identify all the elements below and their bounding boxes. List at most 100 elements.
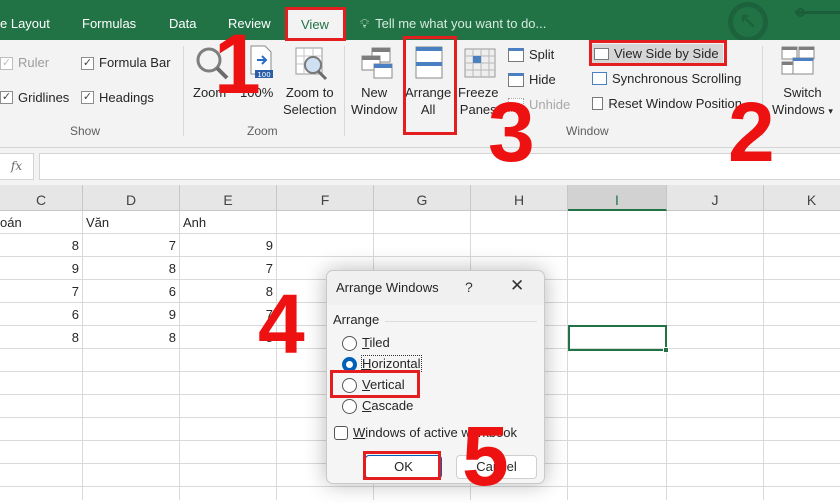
dropdown-arrow-icon: ▾ bbox=[828, 106, 833, 116]
horizontal-label[interactable]: Horizontal bbox=[361, 355, 422, 372]
cell-e2[interactable]: 9 bbox=[180, 234, 273, 257]
gridlines-label: Gridlines bbox=[18, 90, 70, 105]
group-divider bbox=[385, 321, 537, 322]
freeze-panes-label: Freeze Panes bbox=[458, 85, 499, 117]
new-window-icon bbox=[361, 47, 393, 79]
active-workbook-label[interactable]: Windows of active workbook bbox=[353, 425, 517, 440]
group-separator bbox=[762, 46, 763, 136]
cell-d5[interactable]: 9 bbox=[83, 303, 176, 326]
tab-review[interactable]: Review bbox=[228, 0, 271, 40]
cell-d3[interactable]: 8 bbox=[83, 257, 176, 280]
active-workbook-checkbox[interactable] bbox=[334, 426, 348, 440]
dialog-title: Arrange Windows bbox=[336, 280, 439, 295]
cell-e3[interactable]: 7 bbox=[180, 257, 273, 280]
cascade-label[interactable]: Cascade bbox=[362, 398, 413, 413]
close-icon[interactable]: ✕ bbox=[510, 276, 524, 296]
column-header-f[interactable]: F bbox=[277, 185, 374, 211]
switch-windows-label: Switch Windows ▾ bbox=[772, 85, 833, 117]
cell-e5[interactable]: 7 bbox=[180, 303, 273, 326]
formula-input[interactable] bbox=[39, 153, 840, 180]
vertical-label[interactable]: Vertical bbox=[362, 377, 405, 392]
freeze-panes-icon bbox=[464, 48, 496, 78]
vertical-radio[interactable] bbox=[342, 378, 357, 393]
tiled-radio[interactable] bbox=[342, 336, 357, 351]
group-separator bbox=[183, 46, 184, 136]
column-header-d[interactable]: D bbox=[83, 185, 180, 211]
cell-d1[interactable]: Văn bbox=[86, 211, 176, 234]
hide-button[interactable]: Hide bbox=[508, 72, 556, 87]
split-button[interactable]: Split bbox=[508, 47, 554, 62]
gridlines-checkbox[interactable]: ✓ bbox=[0, 91, 13, 104]
cell-c6[interactable]: 8 bbox=[0, 326, 79, 349]
cell-d4[interactable]: 6 bbox=[83, 280, 176, 303]
arrange-windows-dialog: Arrange Windows ? ✕ Arrange Tiled Horizo… bbox=[326, 270, 545, 484]
hide-icon bbox=[508, 72, 524, 87]
column-header-c[interactable]: C bbox=[0, 185, 83, 211]
unhide-button[interactable]: Unhide bbox=[508, 97, 570, 112]
column-header-i[interactable]: I bbox=[568, 185, 667, 211]
switch-windows-button[interactable] bbox=[781, 46, 815, 78]
new-window-label: New Window bbox=[351, 85, 398, 117]
freeze-panes-button[interactable] bbox=[464, 48, 496, 78]
formula-bar-label: Formula Bar bbox=[99, 55, 171, 70]
cell-c2[interactable]: 8 bbox=[0, 234, 79, 257]
insert-function-icon[interactable]: fx bbox=[0, 153, 34, 180]
column-header-j[interactable]: J bbox=[667, 185, 764, 211]
cell-c1[interactable]: oán bbox=[0, 211, 80, 234]
ruler-label: Ruler bbox=[18, 55, 50, 70]
column-headers: C D E F G H I J K bbox=[0, 185, 840, 211]
cascade-radio[interactable] bbox=[342, 399, 357, 414]
tell-me-search[interactable]: 💡︎ Tell me what you want to do... bbox=[360, 0, 546, 40]
ok-button[interactable]: OK bbox=[365, 455, 442, 479]
svg-text:100: 100 bbox=[257, 71, 270, 79]
watermark-dot bbox=[796, 8, 805, 17]
cell-e4[interactable]: 8 bbox=[180, 280, 273, 303]
arrange-all-label: Arrange All bbox=[405, 85, 452, 117]
zoom-group-label: Zoom bbox=[247, 124, 278, 138]
fill-handle[interactable] bbox=[663, 347, 669, 353]
tab-formulas[interactable]: Formulas bbox=[82, 0, 136, 40]
reset-window-position-button[interactable]: Reset Window Position bbox=[592, 96, 742, 111]
cell-c5[interactable]: 6 bbox=[0, 303, 79, 326]
formula-bar-checkbox[interactable]: ✓ bbox=[81, 57, 94, 70]
help-icon[interactable]: ? bbox=[465, 279, 473, 295]
tab-page-layout[interactable]: e Layout bbox=[0, 0, 50, 40]
column-header-g[interactable]: G bbox=[374, 185, 471, 211]
ruler-checkbox[interactable]: ✓ bbox=[0, 57, 13, 70]
window-group-label: Window bbox=[566, 124, 609, 138]
tab-view[interactable]: View bbox=[287, 9, 343, 40]
column-header-h[interactable]: H bbox=[471, 185, 568, 211]
zoom-100-button[interactable]: 100 bbox=[247, 44, 275, 84]
cell-e6[interactable]: 8 bbox=[180, 326, 273, 349]
cell-e1[interactable]: Anh bbox=[183, 211, 273, 234]
arrange-group-label: Arrange bbox=[333, 312, 380, 327]
column-header-e[interactable]: E bbox=[180, 185, 277, 211]
sync-scrolling-icon bbox=[592, 72, 607, 85]
cancel-button[interactable]: Cancel bbox=[456, 455, 537, 479]
horizontal-radio[interactable] bbox=[342, 357, 357, 372]
headings-checkbox[interactable]: ✓ bbox=[81, 91, 94, 104]
zoom-to-selection-icon bbox=[295, 47, 328, 81]
active-cell-selection[interactable] bbox=[568, 325, 667, 351]
cell-d6[interactable]: 8 bbox=[83, 326, 176, 349]
zoom-100-icon: 100 bbox=[250, 45, 273, 79]
ribbon-tab-bar: e Layout Formulas Data Review View 💡︎ Tel… bbox=[0, 0, 840, 42]
tiled-label[interactable]: Tiled bbox=[362, 335, 390, 350]
side-by-side-icon bbox=[594, 47, 609, 60]
split-icon bbox=[508, 47, 524, 62]
new-window-button[interactable] bbox=[360, 46, 394, 80]
cell-c4[interactable]: 7 bbox=[0, 280, 79, 303]
zoom-label: Zoom bbox=[193, 85, 227, 100]
arrange-all-button[interactable] bbox=[415, 46, 443, 80]
zoom-to-selection-button[interactable] bbox=[294, 46, 330, 82]
synchronous-scrolling-button[interactable]: Synchronous Scrolling bbox=[592, 71, 741, 86]
zoom-button[interactable] bbox=[193, 44, 233, 86]
magnifier-icon bbox=[196, 47, 229, 80]
column-header-k[interactable]: K bbox=[764, 185, 840, 211]
view-side-by-side-button[interactable]: View Side by Side bbox=[592, 44, 723, 63]
cell-c3[interactable]: 9 bbox=[0, 257, 79, 280]
cell-d2[interactable]: 7 bbox=[83, 234, 176, 257]
tab-data[interactable]: Data bbox=[169, 0, 196, 40]
watermark-logo-icon: ↖ bbox=[728, 2, 768, 42]
zoom-to-selection-label: Zoom to Selection bbox=[283, 85, 337, 117]
